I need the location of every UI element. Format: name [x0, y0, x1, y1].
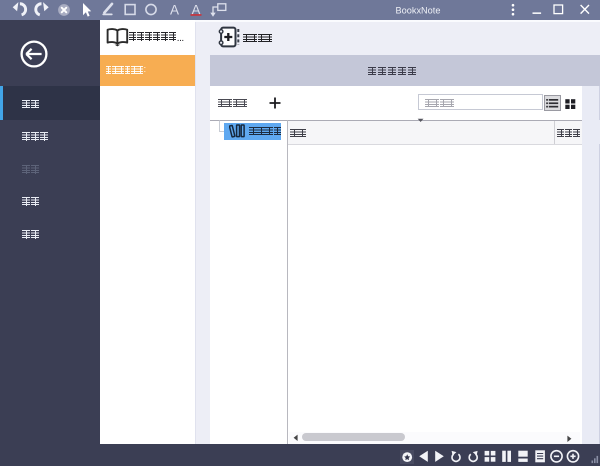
svg-text:A: A: [170, 2, 179, 17]
svg-text:BookxNote: BookxNote: [396, 6, 441, 16]
